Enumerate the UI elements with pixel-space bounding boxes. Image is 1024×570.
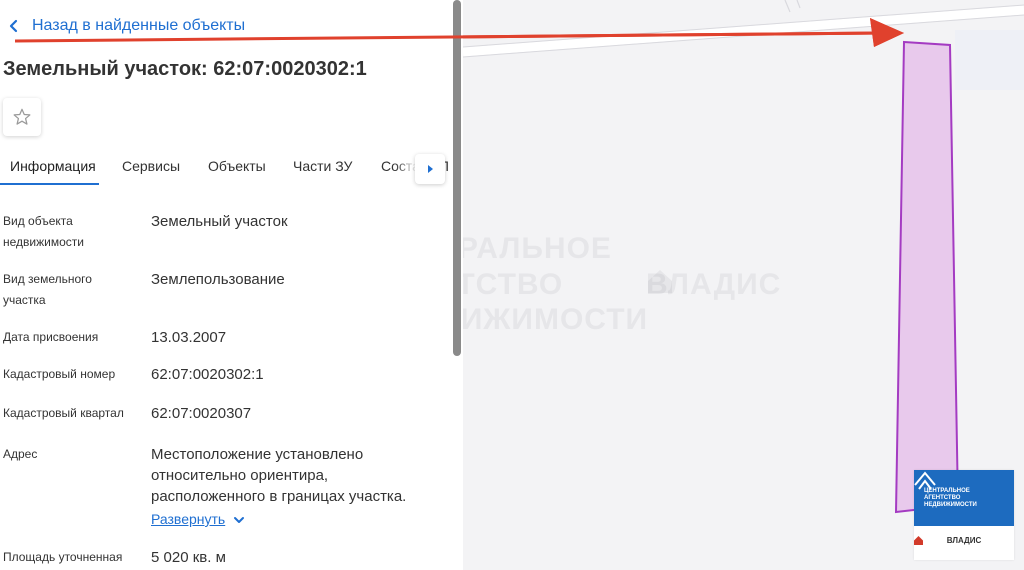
address-line: расположенного в границах участка.: [151, 488, 407, 505]
back-to-results-link[interactable]: Назад в найденные объекты: [8, 17, 245, 35]
tab-services[interactable]: Сервисы: [122, 158, 180, 174]
logo-banner: ЦЕНТРАЛЬНОЕ АГЕНТСТВО НЕДВИЖИМОСТИ: [914, 470, 1014, 526]
road-edge: [796, 0, 801, 9]
map-area: [955, 30, 1024, 90]
expand-label: Развернуть: [151, 511, 226, 527]
caret-right-icon: [428, 165, 433, 173]
info-label: Адрес: [3, 447, 38, 461]
tabs-scroll-right-button[interactable]: [415, 154, 445, 184]
back-link-label: Назад в найденные объекты: [32, 17, 246, 34]
star-icon: [13, 108, 31, 125]
page-title: Земельный участок: 62:07:0020302:1: [3, 58, 367, 80]
info-label: Вид объекта недвижимости: [3, 211, 143, 253]
panel-scrollbar-thumb[interactable]: [453, 0, 461, 356]
active-tab-indicator: [0, 183, 99, 185]
info-label-line: участка: [3, 293, 46, 307]
road-edge: [784, 0, 791, 13]
info-value: 13.03.2007: [151, 329, 227, 346]
info-label-line: Вид объекта: [3, 214, 73, 228]
tab-fade: [395, 148, 417, 184]
house-icon: [914, 536, 923, 545]
logo-line-2: АГЕНТСТВО: [924, 494, 961, 501]
logo-brand-text: ВЛАДИС: [946, 536, 982, 545]
tab-objects[interactable]: Объекты: [208, 158, 266, 174]
chevron-left-icon: [9, 19, 18, 33]
info-label: Кадастровый квартал: [3, 406, 124, 420]
info-value: Землепользование: [151, 271, 285, 288]
watermark-brand: ВЛАДИС: [646, 268, 781, 302]
tab-parts[interactable]: Части ЗУ: [293, 158, 352, 174]
expand-address-link[interactable]: Развернуть: [151, 509, 446, 530]
favorite-button[interactable]: [3, 98, 41, 136]
info-label: Кадастровый номер: [3, 367, 116, 381]
chevron-down-icon: [234, 516, 245, 523]
road-edge: [462, 4, 1024, 48]
info-value: 62:07:0020307: [151, 405, 252, 422]
info-value: 5 020 кв. м: [151, 549, 226, 566]
address-line: Местоположение установлено: [151, 446, 364, 463]
info-value: 62:07:0020302:1: [151, 366, 264, 383]
info-label-line: Вид земельного: [3, 272, 92, 286]
tab-info[interactable]: Информация: [10, 158, 96, 174]
house-icon: [648, 270, 672, 293]
agency-logo: ЦЕНТРАЛЬНОЕ АГЕНТСТВО НЕДВИЖИМОСТИ ВЛАДИ…: [914, 470, 1014, 560]
land-parcel[interactable]: [894, 40, 960, 514]
address-line: относительно ориентира,: [151, 467, 329, 484]
info-value: Местоположение установлено относительно …: [151, 444, 446, 530]
info-label-line: недвижимости: [3, 235, 84, 249]
info-value: Земельный участок: [151, 213, 288, 230]
logo-mark-icon: [914, 471, 936, 490]
info-label: Вид земельного участка: [3, 269, 143, 311]
info-label: Дата присвоения: [3, 330, 99, 344]
info-label: Площадь уточненная: [3, 550, 123, 564]
logo-line-3: НЕДВИЖИМОСТИ: [924, 501, 977, 508]
info-panel: Назад в найденные объекты Земельный учас…: [0, 0, 463, 570]
tab-bar: Информация Сервисы Объекты Части ЗУ Сост…: [0, 148, 452, 186]
logo-brand: ВЛАДИС: [914, 536, 1014, 545]
